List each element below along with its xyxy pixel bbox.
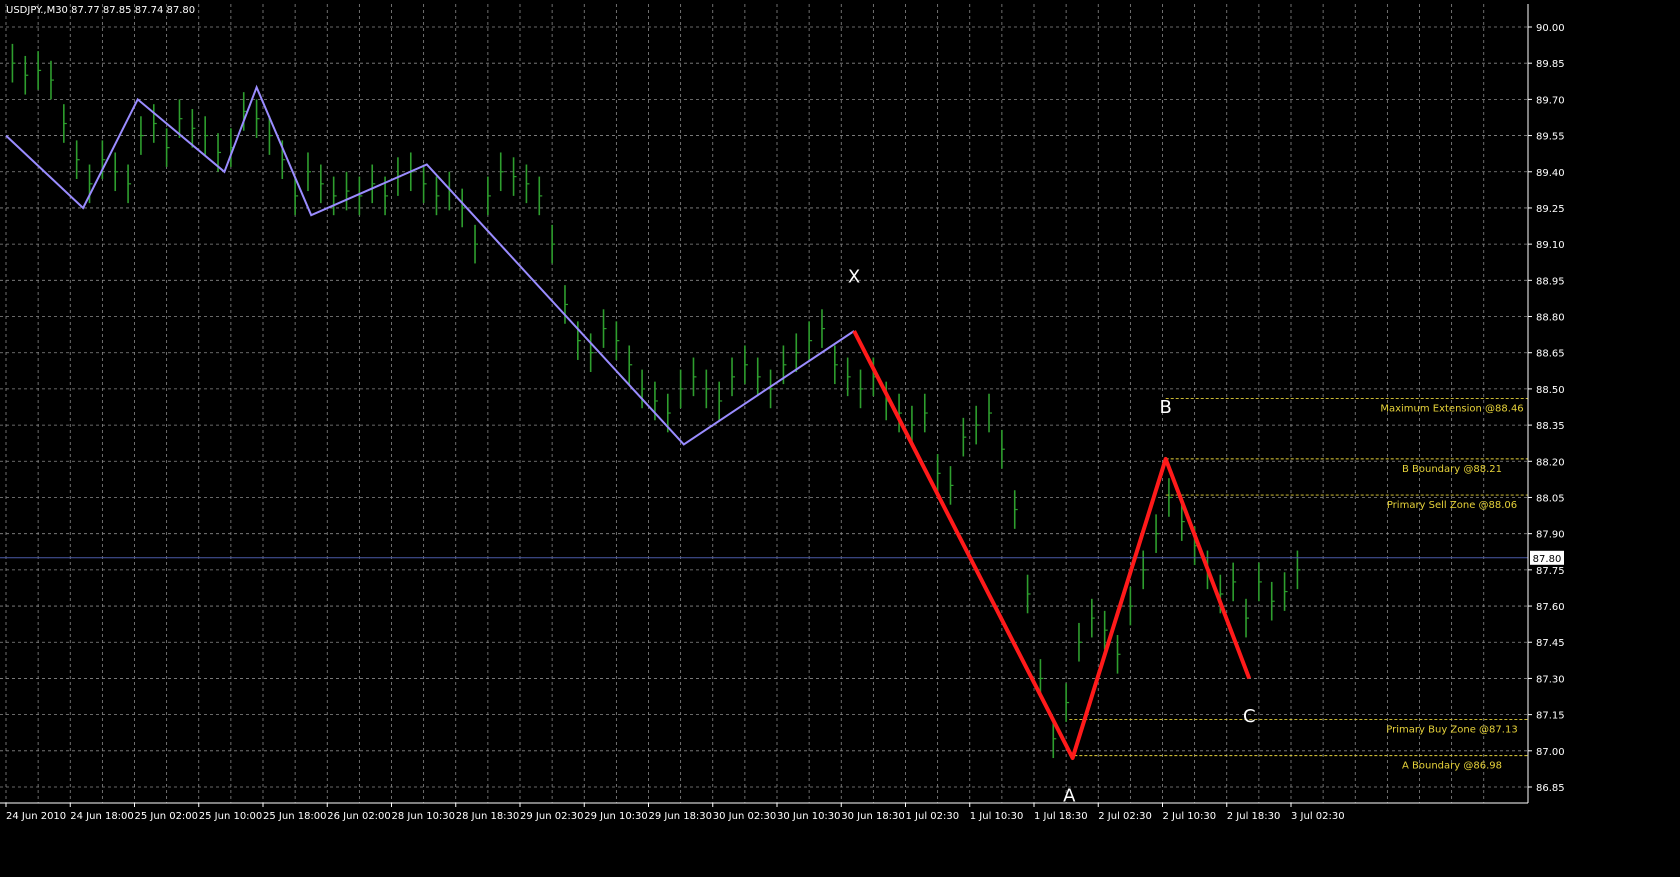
y-tick-label: 87.00 — [1536, 747, 1565, 758]
x-tick-label: 3 Jul 02:30 — [1291, 811, 1345, 822]
level-label: Primary Sell Zone @88.06 — [1387, 500, 1517, 511]
x-tick-label: 25 Jun 18:00 — [263, 811, 327, 822]
y-tick-label: 90.00 — [1536, 23, 1565, 34]
y-tick-label: 87.90 — [1536, 530, 1565, 541]
x-tick-label: 1 Jul 18:30 — [1034, 811, 1088, 822]
current-price-badge-label: 87.80 — [1533, 554, 1562, 565]
x-tick-label: 30 Jun 02:30 — [713, 811, 777, 822]
level-label: Maximum Extension @88.46 — [1380, 404, 1523, 415]
level-label: Primary Buy Zone @87.13 — [1386, 724, 1517, 735]
y-tick-label: 86.85 — [1536, 783, 1565, 794]
y-tick-label: 88.35 — [1536, 421, 1565, 432]
y-tick-label: 89.70 — [1536, 95, 1565, 106]
x-tick-label: 1 Jul 10:30 — [970, 811, 1024, 822]
y-tick-label: 89.25 — [1536, 204, 1565, 215]
level-label: A Boundary @86.98 — [1402, 761, 1502, 772]
x-tick-label: 2 Jul 02:30 — [1098, 811, 1152, 822]
y-tick-label: 89.85 — [1536, 59, 1565, 70]
x-tick-label: 29 Jun 02:30 — [520, 811, 584, 822]
y-tick-label: 88.65 — [1536, 349, 1565, 360]
y-tick-label: 88.05 — [1536, 493, 1565, 504]
chart-window: Maximum Extension @88.46 B Boundary @88.2… — [0, 0, 1680, 877]
level-label: B Boundary @88.21 — [1402, 464, 1502, 475]
point-label-c: C — [1243, 706, 1256, 727]
x-tick-label: 24 Jun 18:00 — [70, 811, 134, 822]
x-tick-label: 25 Jun 02:00 — [135, 811, 199, 822]
y-tick-label: 88.20 — [1536, 457, 1565, 468]
point-label-b: B — [1160, 397, 1172, 418]
x-tick-label: 24 Jun 2010 — [6, 811, 66, 822]
y-tick-label: 87.75 — [1536, 566, 1565, 577]
x-tick-label: 30 Jun 18:30 — [841, 811, 905, 822]
x-tick-label: 28 Jun 10:30 — [392, 811, 456, 822]
x-tick-label: 1 Jul 02:30 — [906, 811, 960, 822]
y-tick-label: 89.10 — [1536, 240, 1565, 251]
x-tick-label: 29 Jun 10:30 — [584, 811, 648, 822]
chart-background — [0, 0, 1680, 877]
y-tick-label: 87.45 — [1536, 638, 1565, 649]
x-tick-label: 25 Jun 10:00 — [199, 811, 263, 822]
y-tick-label: 88.50 — [1536, 385, 1565, 396]
x-tick-label: 30 Jun 10:30 — [777, 811, 841, 822]
y-tick-label: 89.55 — [1536, 132, 1565, 143]
x-tick-label: 29 Jun 18:30 — [649, 811, 713, 822]
x-tick-label: 28 Jun 18:30 — [456, 811, 520, 822]
y-tick-label: 88.95 — [1536, 276, 1565, 287]
y-tick-label: 87.60 — [1536, 602, 1565, 613]
x-tick-label: 26 Jun 02:00 — [327, 811, 391, 822]
y-tick-label: 89.40 — [1536, 168, 1565, 179]
y-tick-label: 87.15 — [1536, 711, 1565, 722]
y-tick-label: 87.30 — [1536, 674, 1565, 685]
x-tick-label: 2 Jul 10:30 — [1163, 811, 1217, 822]
x-tick-label: 2 Jul 18:30 — [1227, 811, 1281, 822]
y-tick-label: 88.80 — [1536, 313, 1565, 324]
price-chart: Maximum Extension @88.46 B Boundary @88.2… — [0, 0, 1680, 877]
symbol-header: USDJPY.,M30 87.77 87.85 87.74 87.80 — [6, 5, 195, 16]
point-label-x: X — [848, 267, 860, 288]
